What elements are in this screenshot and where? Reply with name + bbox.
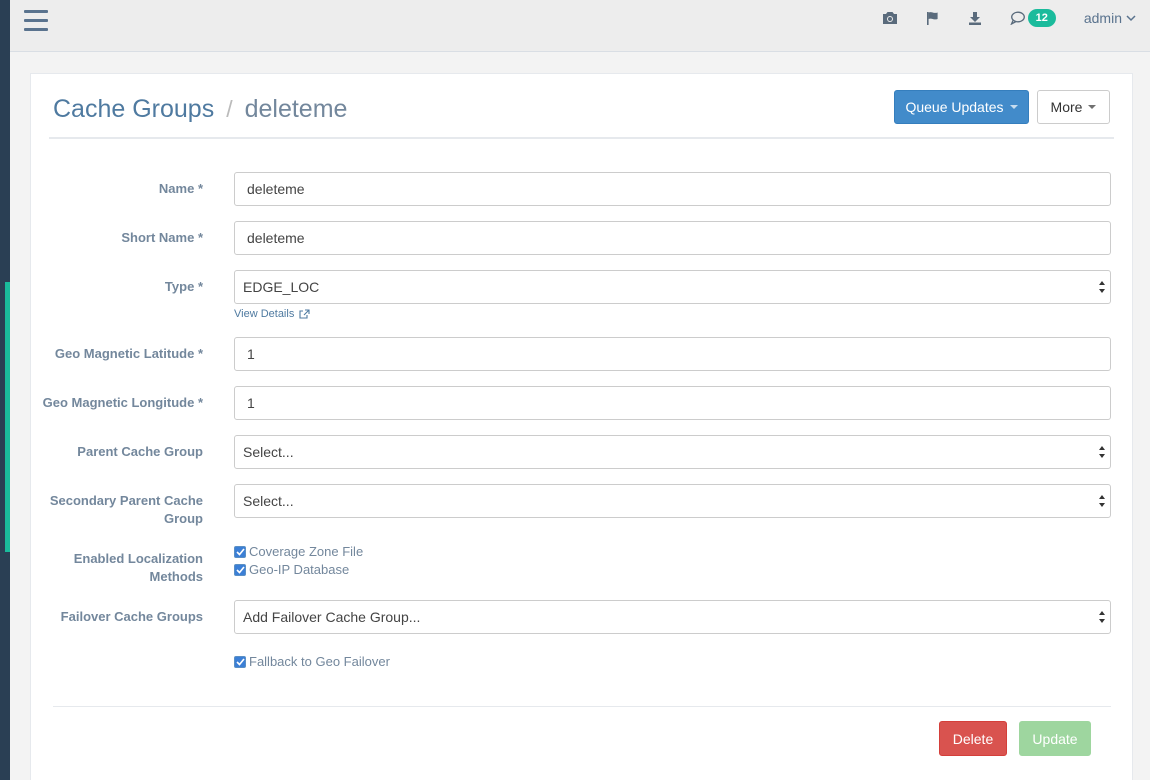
user-menu[interactable]: admin <box>1084 10 1136 26</box>
camera-icon[interactable] <box>882 11 898 25</box>
latitude-input[interactable]: 1 <box>234 337 1111 371</box>
username: admin <box>1083 10 1122 26</box>
checkmark-icon <box>235 657 245 666</box>
type-select[interactable]: EDGE_LOC <box>234 270 1111 304</box>
failover-cache-groups-label: Failover Cache Groups <box>60 609 203 624</box>
panel-title-row: Cache Groups / deleteme Queue Updates Mo… <box>49 74 1114 139</box>
caret-down-icon <box>1009 105 1018 109</box>
select-arrows-icon <box>1099 446 1105 458</box>
flag-icon[interactable] <box>926 11 940 25</box>
form-divider <box>53 706 1111 707</box>
download-icon[interactable] <box>968 11 982 25</box>
delete-button[interactable]: Delete <box>939 721 1007 756</box>
chat-icon <box>1009 11 1025 25</box>
breadcrumb-separator: / <box>226 96 233 122</box>
longitude-label: Geo Magnetic Longitude * <box>42 395 203 410</box>
type-label: Type * <box>164 279 203 294</box>
longitude-input[interactable]: 1 <box>234 386 1111 420</box>
notification-badge: 12 <box>1027 9 1056 27</box>
parent-cache-group-select[interactable]: Select... <box>234 435 1111 469</box>
select-arrows-icon <box>1099 281 1105 293</box>
name-input[interactable]: deleteme <box>234 172 1111 206</box>
failover-cache-group-select[interactable]: Add Failover Cache Group... <box>234 600 1111 634</box>
chevron-down-icon <box>1126 14 1136 21</box>
name-label: Name * <box>158 181 203 196</box>
fallback-geo-failover-label: Fallback to Geo Failover <box>249 654 390 669</box>
fallback-checkbox-row[interactable]: Fallback to Geo Failover <box>234 654 390 669</box>
parent-cache-group-label: Parent Cache Group <box>77 444 203 459</box>
queue-updates-label: Queue Updates <box>905 99 1004 115</box>
geo-ip-label: Geo-IP Database <box>249 562 350 577</box>
secondary-parent-select[interactable]: Select... <box>234 484 1111 518</box>
short-name-label: Short Name * <box>121 230 203 245</box>
hamburger-icon[interactable] <box>24 10 48 32</box>
sidebar-active-accent <box>5 282 10 552</box>
select-arrows-icon <box>1099 495 1105 507</box>
view-details-link[interactable]: View Details <box>234 308 310 320</box>
update-button[interactable]: Update <box>1019 721 1091 756</box>
top-navbar: 12 admin <box>10 0 1150 52</box>
top-icons: 12 admin <box>882 6 1136 30</box>
queue-updates-button[interactable]: Queue Updates <box>894 90 1029 124</box>
coverage-zone-checkbox[interactable] <box>234 545 246 558</box>
secondary-parent-label: Secondary Parent Cache Group <box>49 493 203 526</box>
coverage-zone-checkbox-row[interactable]: Coverage Zone File <box>234 544 363 559</box>
geo-ip-checkbox-row[interactable]: Geo-IP Database <box>234 562 349 577</box>
localization-methods-label: Enabled Localization Methods <box>73 551 203 584</box>
checkmark-icon <box>235 565 245 574</box>
cache-group-panel: Cache Groups / deleteme Queue Updates Mo… <box>30 73 1133 780</box>
short-name-input[interactable]: deleteme <box>234 221 1111 255</box>
caret-down-icon <box>1088 105 1097 109</box>
latitude-label: Geo Magnetic Latitude * <box>54 346 203 361</box>
more-label: More <box>1050 99 1083 115</box>
breadcrumb-cache-groups-link[interactable]: Cache Groups <box>53 95 214 124</box>
fallback-geo-failover-checkbox[interactable] <box>234 655 246 668</box>
breadcrumb-current: deleteme <box>244 95 348 123</box>
select-arrows-icon <box>1099 611 1105 623</box>
checkmark-icon <box>235 547 245 556</box>
coverage-zone-label: Coverage Zone File <box>249 544 364 559</box>
breadcrumb: Cache Groups / deleteme <box>53 95 347 124</box>
left-sidebar-edge <box>0 0 10 780</box>
notifications[interactable]: 12 <box>1009 9 1056 27</box>
geo-ip-checkbox[interactable] <box>234 563 246 576</box>
more-button[interactable]: More <box>1037 90 1110 124</box>
external-link-icon <box>299 309 310 319</box>
